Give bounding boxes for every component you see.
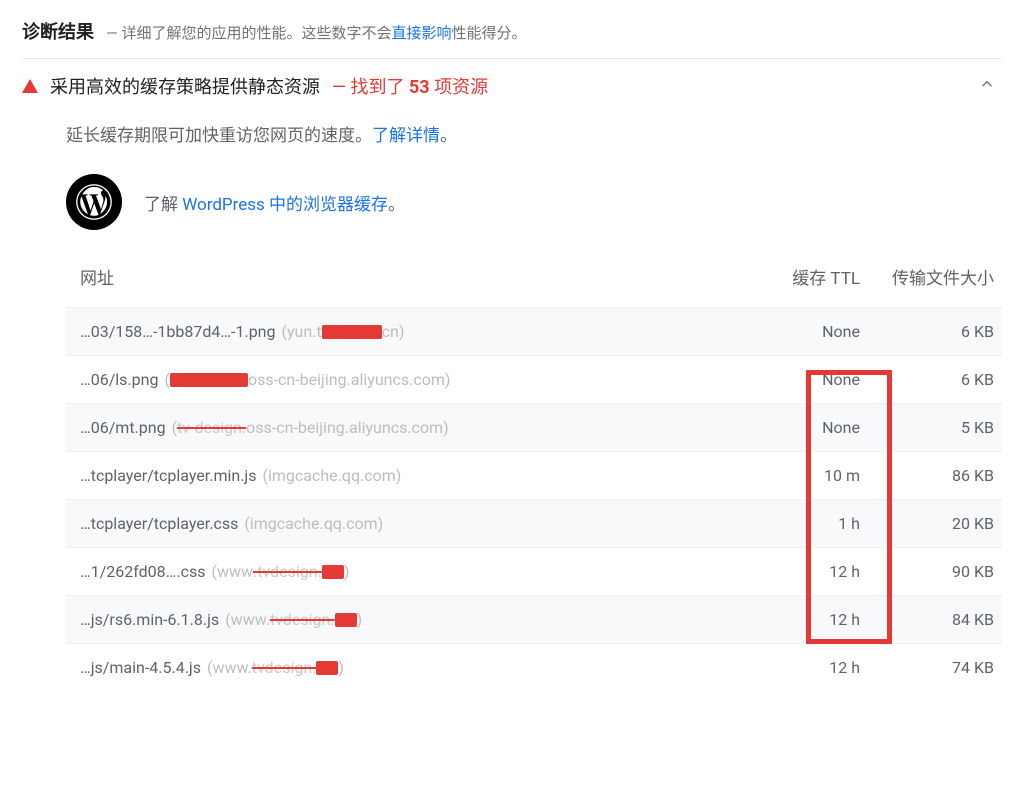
url-path: …06/ls.png <box>80 370 158 389</box>
table-row: …06/ls.png (oss-cn-beijing.aliyuncs.com) N… <box>66 355 1002 403</box>
audit-count: — 找到了 53 项资源 <box>332 73 488 99</box>
url-host: (oss-cn-beijing.aliyuncs.com) <box>164 370 450 389</box>
table-header: 网址 缓存 TTL 传输文件大小 <box>66 258 1002 307</box>
url-cell: …06/mt.png (tv-design.oss-cn-beijing.aliy… <box>80 418 748 437</box>
url-cell: …tcplayer/tcplayer.min.js (imgcache.qq.co… <box>80 466 748 485</box>
wp-cache-link[interactable]: WordPress 中的浏览器缓存 <box>182 195 388 215</box>
url-host: (www.tvdesign.) <box>207 658 344 677</box>
audit-toggle[interactable]: 采用高效的缓存策略提供静态资源 — 找到了 53 项资源 <box>22 73 1002 99</box>
size-cell: 74 KB <box>874 658 994 677</box>
wordpress-hint: 了解 WordPress 中的浏览器缓存。 <box>66 174 1002 230</box>
size-cell: 5 KB <box>874 418 994 437</box>
url-path: …1/262fd08….css <box>80 562 205 581</box>
ttl-cell: 12 h <box>756 610 866 629</box>
redacted-segment <box>322 325 382 339</box>
section-title: 诊断结果 <box>22 18 94 44</box>
ttl-cell: None <box>756 370 866 389</box>
col-size: 传输文件大小 <box>874 264 994 289</box>
redacted-segment <box>322 565 344 579</box>
size-cell: 6 KB <box>874 322 994 341</box>
size-cell: 90 KB <box>874 562 994 581</box>
chevron-up-icon <box>978 75 996 97</box>
ttl-cell: 12 h <box>756 658 866 677</box>
url-path: …js/rs6.min-6.1.8.js <box>80 610 219 629</box>
url-cell: …1/262fd08….css (www.tvdesign.) <box>80 562 748 581</box>
size-cell: 20 KB <box>874 514 994 533</box>
table-row: …tcplayer/tcplayer.min.js (imgcache.qq.co… <box>66 451 1002 499</box>
url-path: …tcplayer/tcplayer.min.js <box>80 466 257 485</box>
url-cell: …06/ls.png (oss-cn-beijing.aliyuncs.com) <box>80 370 748 389</box>
table-row: …06/mt.png (tv-design.oss-cn-beijing.aliy… <box>66 403 1002 451</box>
cache-table: 网址 缓存 TTL 传输文件大小 …03/158…-1bb87d4…-1.png… <box>66 258 1002 691</box>
url-cell: …js/main-4.5.4.js (www.tvdesign.) <box>80 658 748 677</box>
size-cell: 86 KB <box>874 466 994 485</box>
url-cell: …js/rs6.min-6.1.8.js (www.tvdesign.) <box>80 610 748 629</box>
ttl-cell: None <box>756 418 866 437</box>
table-row: …tcplayer/tcplayer.css (imgcache.qq.com) 1… <box>66 499 1002 547</box>
directly-affect-link[interactable]: 直接影响 <box>391 24 451 42</box>
wordpress-icon <box>66 174 122 230</box>
redacted-segment <box>335 613 357 627</box>
url-cell: …tcplayer/tcplayer.css (imgcache.qq.com) <box>80 514 748 533</box>
table-row: …1/262fd08….css (www.tvdesign.) 12 h 90 KB <box>66 547 1002 595</box>
triangle-red-icon <box>22 79 38 93</box>
url-path: …06/mt.png <box>80 418 166 437</box>
url-host: (imgcache.qq.com) <box>263 466 402 485</box>
url-path: …03/158…-1bb87d4…-1.png <box>80 322 276 341</box>
url-host: (imgcache.qq.com) <box>244 514 383 533</box>
redacted-segment <box>170 373 248 387</box>
section-desc: — 详细了解您的应用的性能。这些数字不会直接影响性能得分。 <box>106 22 527 43</box>
col-url: 网址 <box>80 264 748 289</box>
url-path: …tcplayer/tcplayer.css <box>80 514 238 533</box>
audit-tip: 延长缓存期限可加快重访您网页的速度。了解详情。 <box>66 121 1002 146</box>
ttl-cell: 10 m <box>756 466 866 485</box>
table-row: …03/158…-1bb87d4…-1.png (yun.tcn) None 6 KB <box>66 307 1002 355</box>
size-cell: 6 KB <box>874 370 994 389</box>
size-cell: 84 KB <box>874 610 994 629</box>
diagnostics-header: 诊断结果 — 详细了解您的应用的性能。这些数字不会直接影响性能得分。 <box>22 18 1002 58</box>
redacted-segment <box>316 661 338 675</box>
url-host: (www.tvdesign.) <box>225 610 362 629</box>
table-row: …js/main-4.5.4.js (www.tvdesign.) 12 h 74 K… <box>66 643 1002 691</box>
url-path: …js/main-4.5.4.js <box>80 658 201 677</box>
url-host: (yun.tcn) <box>282 322 405 341</box>
ttl-cell: 12 h <box>756 562 866 581</box>
table-row: …js/rs6.min-6.1.8.js (www.tvdesign.) 12 h 8… <box>66 595 1002 643</box>
learn-more-link[interactable]: 了解详情 <box>372 126 440 146</box>
url-host: (tv-design.oss-cn-beijing.aliyuncs.com) <box>172 418 449 437</box>
audit-title: 采用高效的缓存策略提供静态资源 <box>50 73 320 99</box>
ttl-cell: None <box>756 322 866 341</box>
url-host: (www.tvdesign.) <box>211 562 349 581</box>
ttl-cell: 1 h <box>756 514 866 533</box>
url-cell: …03/158…-1bb87d4…-1.png (yun.tcn) <box>80 322 748 341</box>
col-ttl: 缓存 TTL <box>756 264 866 289</box>
